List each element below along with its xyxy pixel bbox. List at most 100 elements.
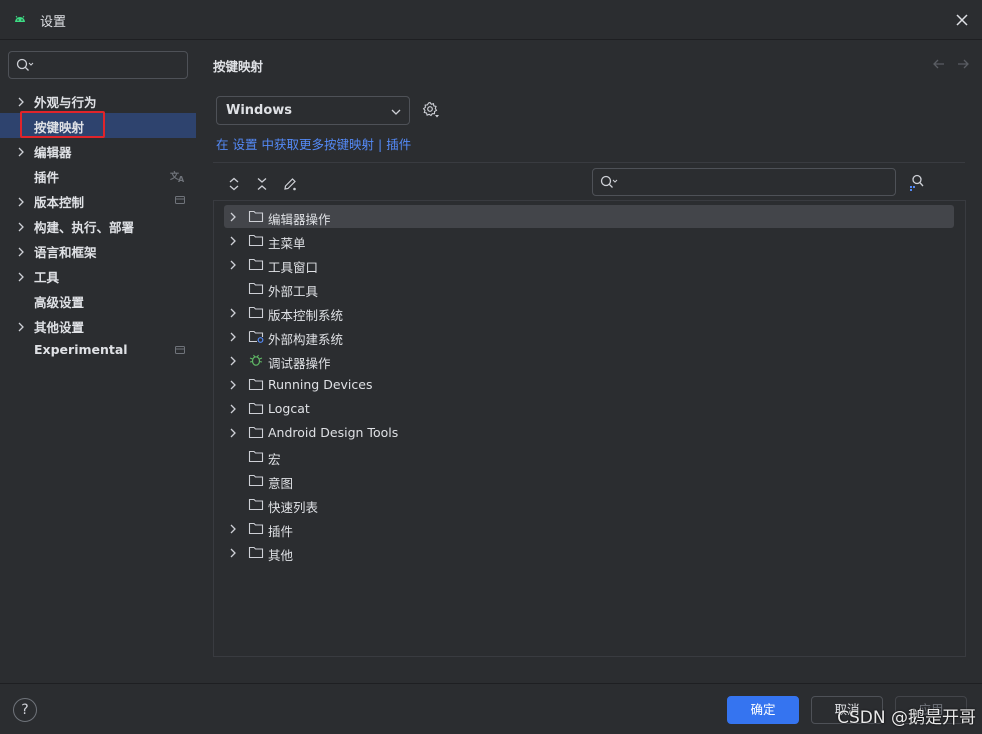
sidebar-item[interactable]: 插件 文 A [0, 163, 196, 188]
chevron-right-icon[interactable] [16, 145, 26, 157]
folder-icon [248, 473, 264, 491]
action-tree-row[interactable]: 其他 [224, 541, 954, 564]
forward-arrow-icon[interactable] [956, 57, 970, 75]
gear-icon[interactable] [422, 101, 440, 123]
action-tree-row[interactable]: 版本控制系统 [224, 301, 954, 324]
hint-separator: | [378, 137, 383, 152]
chevron-right-icon[interactable] [228, 379, 238, 394]
bug-icon [248, 353, 264, 371]
search-icon [16, 58, 34, 76]
window-title: 设置 [40, 15, 67, 30]
action-tree-row[interactable]: Logcat [224, 397, 954, 420]
dialog-footer: ? 确定 取消 应用 [0, 683, 982, 734]
hint-middle-link[interactable]: 中获取更多按键映射 [262, 137, 375, 152]
divider [213, 162, 965, 163]
navigation-arrows [932, 57, 970, 75]
settings-link[interactable]: 设置 [233, 137, 258, 152]
expand-all-icon[interactable] [224, 174, 244, 194]
folder-icon [248, 401, 264, 419]
sidebar-item-label: Experimental [34, 342, 128, 357]
action-tree-row-label: 工具窗口 [268, 260, 319, 275]
watermark: CSDN @鹅是开哥 [837, 708, 976, 728]
action-tree-row[interactable]: 调试器操作 [224, 349, 954, 372]
chevron-right-icon[interactable] [16, 320, 26, 332]
help-button[interactable]: ? [13, 698, 37, 722]
hint-prefix: 在 [216, 137, 229, 152]
sidebar-item[interactable]: 编辑器 [0, 138, 196, 163]
action-tree-row-label: 外部构建系统 [268, 332, 344, 347]
chevron-right-icon[interactable] [228, 523, 238, 538]
settings-search-field[interactable] [8, 51, 188, 79]
action-tree-row[interactable]: Running Devices [224, 373, 954, 396]
sidebar-item[interactable]: 构建、执行、部署 [0, 213, 196, 238]
collapse-all-icon[interactable] [252, 174, 272, 194]
sidebar-item-label: 外观与行为 [34, 95, 97, 110]
sidebar-item-label: 构建、执行、部署 [34, 220, 135, 235]
android-icon [13, 12, 27, 26]
action-search-field[interactable] [592, 168, 896, 196]
action-tree-row-label: 调试器操作 [268, 356, 331, 371]
chevron-down-icon [391, 106, 401, 121]
sidebar-item[interactable]: 按键映射 [0, 113, 196, 138]
action-tree-row[interactable]: 快速列表 [224, 493, 954, 516]
project-icon [174, 194, 186, 209]
project-icon [174, 344, 186, 359]
folder-icon [248, 497, 264, 515]
keymap-toolbar [224, 174, 300, 194]
chevron-right-icon[interactable] [228, 331, 238, 346]
svg-text:A: A [178, 175, 185, 183]
sidebar-item[interactable]: 语言和框架 [0, 238, 196, 263]
chevron-right-icon[interactable] [16, 220, 26, 232]
chevron-right-icon[interactable] [16, 245, 26, 257]
page-title: 按键映射 [213, 59, 264, 74]
folder-icon [248, 377, 264, 395]
chevron-right-icon[interactable] [228, 235, 238, 250]
action-tree-row[interactable]: 编辑器操作 [224, 205, 954, 228]
action-tree-row[interactable]: Android Design Tools [224, 421, 954, 444]
sidebar-item[interactable]: 版本控制 [0, 188, 196, 213]
chevron-right-icon[interactable] [16, 270, 26, 282]
chevron-right-icon[interactable] [16, 95, 26, 107]
chevron-right-icon[interactable] [228, 259, 238, 274]
chevron-right-icon[interactable] [228, 403, 238, 418]
sidebar-item-label: 编辑器 [34, 145, 72, 160]
action-tree-row[interactable]: 主菜单 [224, 229, 954, 252]
chevron-right-icon[interactable] [228, 355, 238, 370]
action-tree-row-label: 主菜单 [268, 236, 306, 251]
keymap-dropdown-value: Windows [226, 103, 293, 118]
keymap-dropdown[interactable]: Windows [216, 96, 410, 125]
find-by-shortcut-icon[interactable] [908, 173, 926, 195]
action-tree-row[interactable]: 外部构建系统 [224, 325, 954, 348]
sidebar-item-label: 其他设置 [34, 320, 85, 335]
folder-icon [248, 281, 264, 299]
sidebar-item[interactable]: Experimental [0, 338, 196, 363]
action-search-input[interactable] [623, 172, 887, 192]
get-more-keymaps-hint: 在 设置 中获取更多按键映射 | 插件 [216, 134, 411, 153]
chevron-right-icon[interactable] [228, 427, 238, 442]
action-tree-row[interactable]: 宏 [224, 445, 954, 468]
chevron-right-icon[interactable] [228, 211, 238, 226]
action-tree-row-label: Android Design Tools [268, 425, 399, 440]
action-tree-row[interactable]: 外部工具 [224, 277, 954, 300]
action-tree-row[interactable]: 工具窗口 [224, 253, 954, 276]
search-icon [600, 175, 618, 193]
plugins-link[interactable]: 插件 [386, 137, 411, 152]
action-tree-row-label: 其他 [268, 548, 294, 563]
sidebar-item[interactable]: 高级设置 [0, 288, 196, 313]
chevron-right-icon[interactable] [228, 547, 238, 562]
chevron-right-icon[interactable] [16, 195, 26, 207]
chevron-right-icon[interactable] [228, 307, 238, 322]
edit-pencil-icon[interactable] [280, 174, 300, 194]
folder-icon [248, 449, 264, 467]
back-arrow-icon[interactable] [932, 57, 946, 75]
action-tree-row-label: Logcat [268, 401, 310, 416]
action-tree-row[interactable]: 插件 [224, 517, 954, 540]
sidebar-item[interactable]: 其他设置 [0, 313, 196, 338]
close-icon[interactable] [952, 10, 972, 30]
sidebar-item[interactable]: 外观与行为 [0, 88, 196, 113]
sidebar-item-label: 按键映射 [34, 120, 85, 135]
ok-button[interactable]: 确定 [727, 696, 799, 724]
settings-search-input[interactable] [39, 55, 179, 75]
action-tree-row[interactable]: 意图 [224, 469, 954, 492]
sidebar-item[interactable]: 工具 [0, 263, 196, 288]
